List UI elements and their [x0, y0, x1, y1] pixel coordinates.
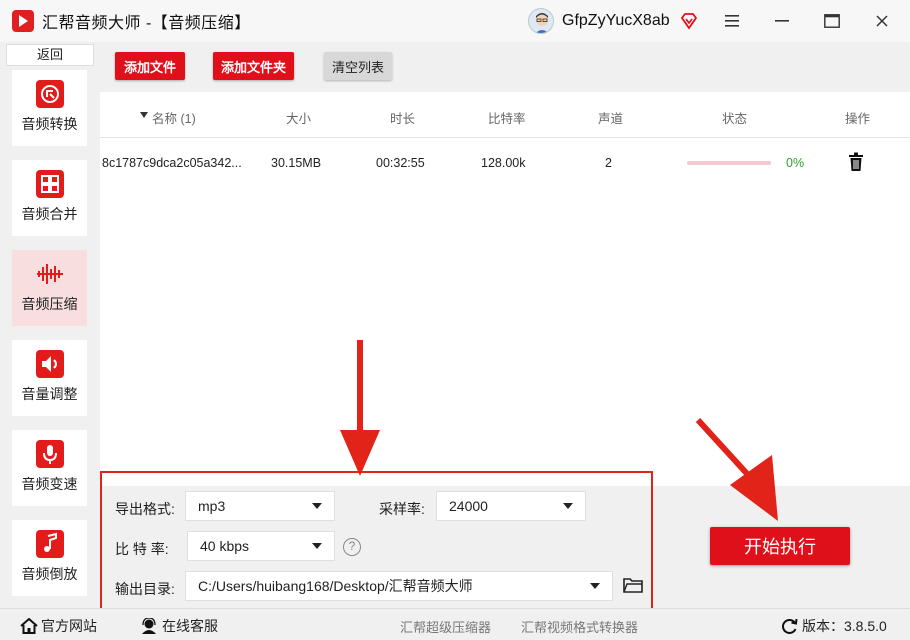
promo-link-video-converter[interactable]: 汇帮视频格式转换器 — [521, 617, 638, 636]
down-arrow-icon — [340, 340, 380, 476]
maximize-icon[interactable] — [822, 11, 842, 31]
column-header-size[interactable]: 大小 — [286, 108, 311, 127]
sidebar-item-audio-convert[interactable]: 音频转换 — [12, 70, 87, 146]
sidebar-item-volume[interactable]: 音量调整 — [12, 340, 87, 416]
close-icon[interactable] — [872, 11, 892, 31]
avatar[interactable] — [528, 8, 554, 34]
sidebar-item-label: 音量调整 — [21, 386, 78, 402]
microphone-icon — [35, 440, 64, 468]
bitrate-value: 40 kbps — [200, 538, 250, 554]
chevron-down-icon — [312, 503, 322, 509]
output-dir-select[interactable]: C:/Users/huibang168/Desktop/汇帮音频大师 — [185, 571, 613, 601]
menu-icon[interactable] — [722, 11, 742, 31]
audio-merge-icon — [35, 170, 64, 198]
bitrate-select[interactable]: 40 kbps — [187, 531, 335, 561]
progress-percent: 0% — [786, 156, 805, 170]
promo-link-compressor[interactable]: 汇帮超级压缩器 — [400, 617, 491, 636]
sidebar-item-speed[interactable]: 音频变速 — [12, 430, 87, 506]
column-header-status[interactable]: 状态 — [722, 108, 747, 127]
audio-convert-icon — [35, 80, 64, 108]
audio-compress-icon — [36, 260, 64, 288]
format-select[interactable]: mp3 — [185, 491, 335, 521]
samplerate-select[interactable]: 24000 — [436, 491, 586, 521]
help-icon[interactable]: ? — [343, 538, 361, 556]
file-size: 30.15MB — [271, 156, 322, 170]
website-link[interactable]: 官方网站 — [20, 616, 97, 636]
column-header-name[interactable]: 名称 (1) — [152, 108, 196, 127]
table-row[interactable]: 8c1787c9dca2c05a342... 30.15MB 00:32:55 … — [100, 142, 910, 182]
support-label: 在线客服 — [162, 618, 218, 634]
version-number: 3.8.5.0 — [844, 618, 887, 634]
list-header: 名称 (1) 大小 时长 比特率 声道 状态 操作 — [100, 92, 910, 138]
sidebar-item-label: 音频合并 — [21, 206, 78, 222]
support-link[interactable]: 在线客服 — [140, 616, 218, 636]
start-button[interactable]: 开始执行 — [710, 527, 850, 565]
sidebar-item-label: 音频转换 — [21, 116, 78, 132]
add-folder-button[interactable]: 添加文件夹 — [213, 52, 294, 80]
chevron-down-icon — [312, 543, 322, 549]
sidebar-item-label: 音频变速 — [21, 476, 78, 492]
username[interactable]: GfpZyYucX8ab — [562, 12, 670, 30]
user-area[interactable]: GfpZyYucX8ab — [528, 8, 698, 34]
sidebar-item-label: 音频倒放 — [21, 566, 78, 582]
folder-icon[interactable] — [623, 577, 643, 593]
sidebar: 返回 音频转换 音频合并 音频压缩 音量调整 音频变速 音频倒放 — [0, 42, 100, 608]
website-label: 官方网站 — [41, 618, 97, 634]
toolbar: 添加文件 添加文件夹 清空列表 — [100, 42, 910, 92]
version-label: 版本： — [802, 618, 844, 634]
output-dir-value: C:/Users/huibang168/Desktop/汇帮音频大师 — [198, 578, 473, 594]
refresh-icon — [782, 618, 798, 634]
sort-down-icon[interactable] — [140, 112, 148, 118]
chevron-down-icon — [590, 583, 600, 589]
bitrate-label: 比 特 率: — [115, 541, 169, 557]
column-header-duration[interactable]: 时长 — [390, 108, 415, 127]
trash-icon[interactable] — [848, 152, 864, 172]
format-label: 导出格式: — [115, 501, 175, 517]
column-header-channels[interactable]: 声道 — [598, 108, 623, 127]
format-value: mp3 — [198, 498, 226, 514]
samplerate-label: 采样率: — [379, 501, 425, 517]
samplerate-value: 24000 — [449, 498, 488, 514]
column-header-action[interactable]: 操作 — [845, 108, 870, 127]
music-note-icon — [35, 530, 64, 558]
app-title: 汇帮音频大师 -【音频压缩】 — [42, 15, 251, 32]
chevron-down-icon — [563, 503, 573, 509]
sidebar-item-audio-merge[interactable]: 音频合并 — [12, 160, 87, 236]
vip-diamond-icon[interactable] — [680, 12, 698, 30]
app-logo-icon — [12, 10, 34, 32]
headset-icon — [142, 618, 156, 634]
back-button[interactable]: 返回 — [6, 44, 94, 66]
add-file-button[interactable]: 添加文件 — [115, 52, 185, 80]
status-bar: 官方网站 在线客服 汇帮超级压缩器 汇帮视频格式转换器 版本： 3.8.5.0 — [0, 608, 910, 640]
file-duration: 00:32:55 — [376, 156, 425, 170]
clear-list-button[interactable]: 清空列表 — [324, 52, 392, 80]
sidebar-item-label: 音频压缩 — [21, 296, 78, 312]
file-channels: 2 — [605, 156, 612, 170]
minimize-icon[interactable] — [772, 11, 792, 31]
column-header-bitrate[interactable]: 比特率 — [488, 108, 526, 127]
progress-bar — [687, 161, 771, 165]
diagonal-arrow-icon — [695, 417, 778, 521]
version-info[interactable]: 版本： 3.8.5.0 — [781, 616, 887, 636]
sidebar-item-audio-compress[interactable]: 音频压缩 — [12, 250, 87, 326]
home-icon — [20, 618, 38, 634]
file-bitrate: 128.00k — [481, 156, 526, 170]
file-name: 8c1787c9dca2c05a342... — [102, 156, 242, 170]
sidebar-item-reverse[interactable]: 音频倒放 — [12, 520, 87, 596]
title-bar: 汇帮音频大师 -【音频压缩】 GfpZyYucX8ab — [0, 0, 910, 42]
volume-icon — [35, 350, 64, 378]
output-dir-label: 输出目录: — [115, 581, 175, 597]
